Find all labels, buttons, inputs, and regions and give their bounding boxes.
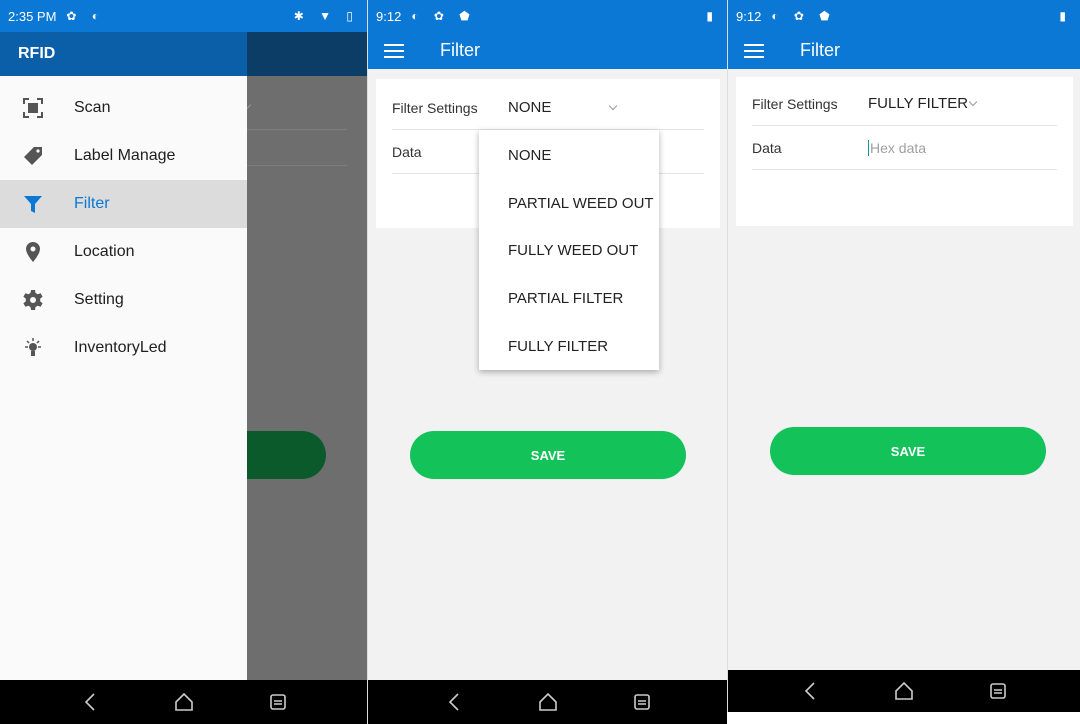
drawer-item-inventoryled[interactable]: InventoryLed [0, 324, 247, 372]
filter-settings-value: NONE [508, 99, 552, 116]
status-notification-icons: ◐ ✿ ⬟ [411, 9, 476, 23]
dropdown-option-partial-weed-out[interactable]: PARTIAL WEED OUT [479, 180, 659, 228]
status-time: 9:12 [736, 8, 762, 24]
light-icon [22, 337, 44, 359]
drawer-item-label: InventoryLed [74, 339, 167, 356]
chevron-down-icon [968, 97, 978, 107]
drawer-header: RFID [0, 32, 247, 76]
save-button[interactable]: SAVE [770, 427, 1046, 475]
filter-settings-row: Filter Settings FULLY FILTER [752, 82, 1057, 126]
dropdown-option-fully-filter[interactable]: FULLY FILTER [479, 322, 659, 370]
tag-icon [22, 145, 44, 167]
drawer-item-label: Location [74, 243, 135, 260]
system-nav-bar [368, 680, 727, 724]
menu-icon[interactable] [384, 43, 404, 58]
app-bar: Filter [728, 32, 1080, 69]
system-nav-bar [0, 680, 367, 724]
filter-settings-select[interactable]: NONE [508, 99, 617, 116]
recents-icon[interactable] [630, 690, 654, 714]
status-notification-icons: ◐ ✿ ⬟ [771, 9, 836, 23]
divider [247, 165, 347, 166]
drawer-title: RFID [18, 45, 56, 62]
status-system-icons: ✱ ▼ ▯ [293, 9, 359, 23]
drawer-item-location[interactable]: Location [0, 228, 247, 276]
data-row: Data Hex data [752, 126, 1057, 170]
filter-settings-label: Filter Settings [752, 95, 838, 112]
home-icon[interactable] [172, 690, 196, 714]
dropdown-option-partial-filter[interactable]: PARTIAL FILTER [479, 275, 659, 323]
save-button[interactable]: SAVE [410, 431, 686, 479]
status-bar: 9:12 ◐ ✿ ⬟ ▮ [728, 0, 1080, 32]
drawer-item-label: Filter [74, 195, 110, 212]
status-bar: 9:12 ◐ ✿ ⬟ ▮ [368, 0, 727, 32]
status-time: 9:12 [376, 8, 402, 24]
drawer-item-scan[interactable]: Scan [0, 84, 247, 132]
screen-filter-selected: 9:12 ◐ ✿ ⬟ ▮ Filter Filter Settings FULL… [727, 0, 1080, 712]
status-time: 2:35 PM [8, 8, 57, 24]
back-icon[interactable] [798, 679, 822, 703]
filter-card: Filter Settings FULLY FILTER Data Hex da… [736, 77, 1073, 226]
divider [247, 129, 347, 130]
filter-settings-value: FULLY FILTER [868, 95, 969, 112]
screenshot-collage: 2:35 PM ✿ ◐ ✱ ▼ ▯ RFID Scan Label Manage… [0, 0, 1080, 724]
home-icon[interactable] [536, 690, 560, 714]
drawer-item-label: Scan [74, 99, 111, 116]
back-icon[interactable] [442, 690, 466, 714]
drawer-item-label-manage[interactable]: Label Manage [0, 132, 247, 180]
filter-settings-row: Filter Settings NONE [392, 86, 704, 130]
menu-icon[interactable] [744, 43, 764, 58]
navigation-drawer: RFID Scan Label Manage Filter Location S… [0, 32, 247, 680]
scan-icon [22, 97, 44, 119]
status-bar: 2:35 PM ✿ ◐ ✱ ▼ ▯ [0, 0, 367, 32]
recents-icon[interactable] [986, 679, 1010, 703]
drawer-item-setting[interactable]: Setting [0, 276, 247, 324]
screen-drawer: 2:35 PM ✿ ◐ ✱ ▼ ▯ RFID Scan Label Manage… [0, 0, 367, 724]
drawer-item-label: Label Manage [74, 147, 176, 164]
filter-settings-select[interactable]: FULLY FILTER [868, 95, 978, 112]
filter-icon [22, 193, 44, 215]
gear-icon [22, 289, 44, 311]
drawer-item-filter[interactable]: Filter [0, 180, 247, 228]
home-icon[interactable] [892, 679, 916, 703]
location-pin-icon [22, 241, 44, 263]
chevron-down-icon [608, 101, 617, 111]
hex-data-input[interactable]: Hex data [868, 139, 926, 156]
battery-icon: ▮ [1059, 9, 1072, 23]
app-bar: Filter [368, 32, 727, 69]
dropdown-option-none[interactable]: NONE [479, 132, 659, 180]
page-title: Filter [440, 40, 480, 60]
drawer-item-label: Setting [74, 291, 124, 308]
dropdown-option-fully-weed-out[interactable]: FULLY WEED OUT [479, 227, 659, 275]
data-label: Data [752, 139, 782, 156]
status-notification-icons: ✿ ◐ [66, 9, 106, 23]
page-title: Filter [800, 40, 840, 60]
back-icon[interactable] [78, 690, 102, 714]
system-nav-bar [728, 670, 1080, 712]
filter-settings-dropdown: NONE PARTIAL WEED OUT FULLY WEED OUT PAR… [479, 130, 659, 370]
screen-filter-dropdown: 9:12 ◐ ✿ ⬟ ▮ Filter Filter Settings NONE… [367, 0, 727, 724]
battery-icon: ▮ [706, 9, 719, 23]
recents-icon[interactable] [266, 690, 290, 714]
filter-settings-label: Filter Settings [392, 99, 478, 116]
